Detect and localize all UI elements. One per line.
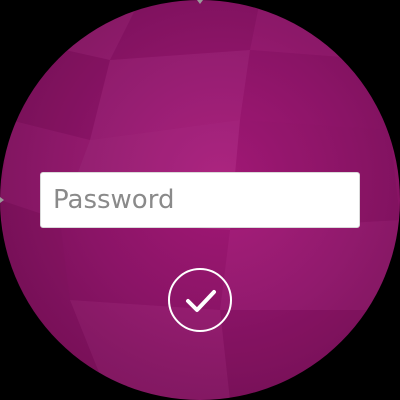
confirm-button[interactable] <box>168 268 232 332</box>
password-input[interactable] <box>40 172 360 228</box>
checkmark-icon <box>186 290 216 312</box>
round-display <box>0 0 400 400</box>
top-edge-marker <box>197 0 203 4</box>
watch-screen <box>0 0 400 400</box>
left-edge-marker <box>0 197 4 203</box>
